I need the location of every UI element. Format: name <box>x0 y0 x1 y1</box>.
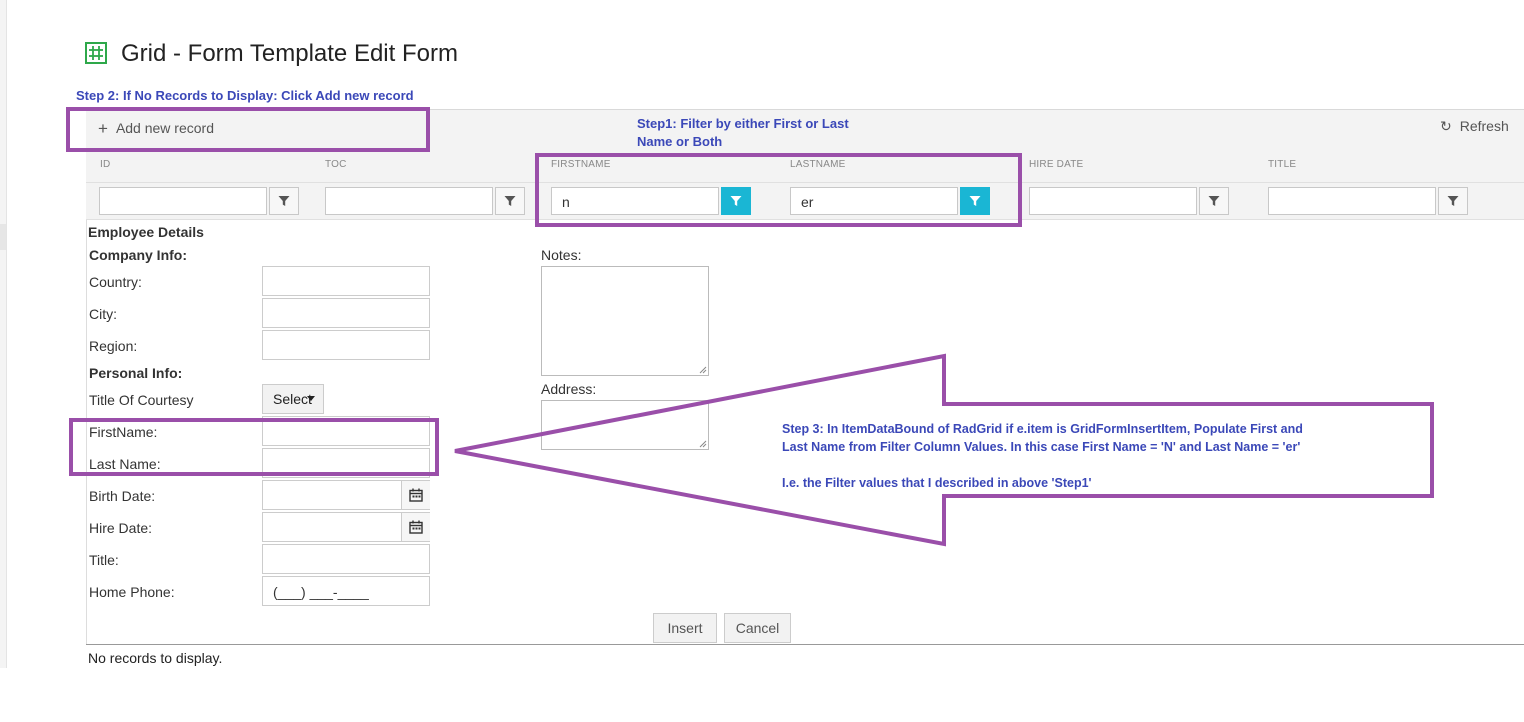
annotation-step3-line1: Step 3: In ItemDataBound of RadGrid if e… <box>782 422 1303 436</box>
left-panel-marker <box>0 224 6 250</box>
filter-input-toc[interactable] <box>325 187 493 215</box>
refresh-button[interactable]: ↻ Refresh <box>1440 118 1509 135</box>
hire-date-label: Hire Date: <box>89 520 153 536</box>
region-input[interactable] <box>262 330 430 360</box>
annotation-step2: Step 2: If No Records to Display: Click … <box>76 88 414 103</box>
resize-grip-icon[interactable] <box>699 366 707 374</box>
column-header-title[interactable]: TITLE <box>1268 159 1296 170</box>
title-input[interactable] <box>262 544 430 574</box>
no-records-message: No records to display. <box>88 650 223 666</box>
title-of-courtesy-label: Title Of Courtesy <box>89 392 194 408</box>
filter-icon <box>1208 196 1220 206</box>
filter-button-firstname[interactable] <box>721 187 751 215</box>
title-of-courtesy-select[interactable]: Select <box>262 384 324 414</box>
refresh-label: Refresh <box>1459 118 1509 134</box>
column-header-firstname[interactable]: FIRSTNAME <box>551 159 611 170</box>
hire-date-input[interactable] <box>262 512 430 542</box>
filter-icon <box>278 196 290 206</box>
last-name-label: Last Name: <box>89 456 161 472</box>
region-label: Region: <box>89 338 138 354</box>
filter-input-title[interactable] <box>1268 187 1436 215</box>
notes-textarea[interactable] <box>541 266 709 376</box>
last-name-input[interactable] <box>262 448 430 478</box>
country-input[interactable] <box>262 266 430 296</box>
birth-date-label: Birth Date: <box>89 488 156 504</box>
filter-icon <box>504 196 516 206</box>
cancel-button[interactable]: Cancel <box>724 613 791 643</box>
filter-button-lastname[interactable] <box>960 187 990 215</box>
page-title: Grid - Form Template Edit Form <box>121 40 458 67</box>
home-phone-input[interactable]: (___) ___-____ <box>262 576 430 606</box>
personal-info-heading: Personal Info: <box>89 365 183 381</box>
column-header-id[interactable]: ID <box>100 159 110 170</box>
annotation-step1-line1: Step1: Filter by either First or Last <box>637 116 849 131</box>
home-phone-label: Home Phone: <box>89 584 175 600</box>
first-name-label: FirstName: <box>89 424 158 440</box>
add-new-record-label: Add new record <box>115 120 214 136</box>
filter-button-hire-date[interactable] <box>1199 187 1229 215</box>
country-label: Country: <box>89 274 142 290</box>
annotation-step1: Step1: Filter by either First or Last Na… <box>637 115 849 151</box>
filter-button-title[interactable] <box>1438 187 1468 215</box>
left-panel-edge <box>0 0 7 668</box>
hire-date-calendar-button[interactable] <box>401 513 430 541</box>
employee-details-heading: Employee Details <box>88 224 204 240</box>
birth-date-calendar-button[interactable] <box>401 481 430 509</box>
annotation-step3-line2: Last Name from Filter Column Values. In … <box>782 440 1301 454</box>
company-info-heading: Company Info: <box>89 247 187 263</box>
column-header-toc[interactable]: TOC <box>325 159 347 170</box>
city-input[interactable] <box>262 298 430 328</box>
notes-label: Notes: <box>541 247 582 263</box>
filter-button-id[interactable] <box>269 187 299 215</box>
annotation-step3: Step 3: In ItemDataBound of RadGrid if e… <box>782 420 1303 492</box>
filter-input-hire-date[interactable] <box>1029 187 1197 215</box>
filter-input-lastname[interactable]: er <box>790 187 958 215</box>
insert-button[interactable]: Insert <box>653 613 717 643</box>
address-textarea[interactable] <box>541 400 709 450</box>
filter-icon <box>1447 196 1459 206</box>
calendar-icon <box>409 488 423 502</box>
title-label: Title: <box>89 552 119 568</box>
filter-input-id[interactable] <box>99 187 267 215</box>
annotation-step3-line3: I.e. the Filter values that I described … <box>782 476 1092 490</box>
column-header-hire-date[interactable]: HIRE DATE <box>1029 159 1083 170</box>
home-phone-mask: (___) ___-____ <box>273 584 369 600</box>
column-header-lastname[interactable]: LASTNAME <box>790 159 846 170</box>
refresh-icon: ↻ <box>1440 118 1452 134</box>
annotation-spacer <box>782 456 1303 474</box>
filter-input-firstname[interactable]: n <box>551 187 719 215</box>
add-new-record-button[interactable]: + Add new record <box>98 118 214 138</box>
caret-down-icon <box>307 396 315 401</box>
filter-icon <box>969 196 981 206</box>
filter-icon <box>730 196 742 206</box>
city-label: City: <box>89 306 117 322</box>
grid-icon <box>85 42 107 64</box>
first-name-input[interactable] <box>262 416 430 446</box>
resize-grip-icon[interactable] <box>699 440 707 448</box>
birth-date-input[interactable] <box>262 480 430 510</box>
grid-divider <box>86 644 1524 645</box>
filter-button-toc[interactable] <box>495 187 525 215</box>
calendar-icon <box>409 520 423 534</box>
address-label: Address: <box>541 381 597 397</box>
plus-icon: + <box>98 119 108 138</box>
